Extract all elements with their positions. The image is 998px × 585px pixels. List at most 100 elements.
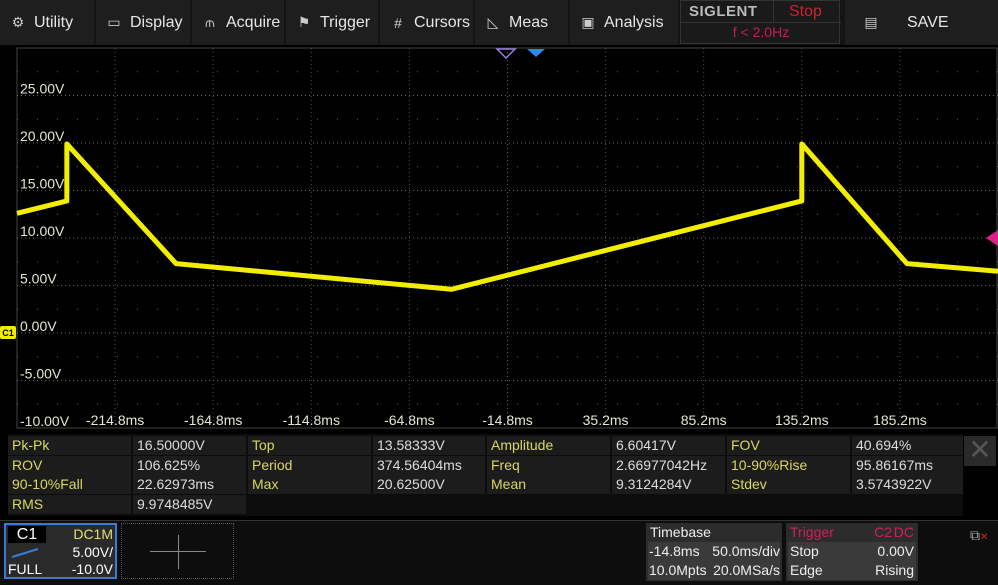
measurement-name: Amplitude xyxy=(487,436,610,455)
x-tick-label: -164.8ms xyxy=(184,412,242,428)
menu-meas[interactable]: ◺ Meas xyxy=(475,0,568,45)
x-tick-label: 135.2ms xyxy=(775,412,829,428)
monitor-icon: ▭ xyxy=(107,14,121,30)
x-tick-label: -64.8ms xyxy=(384,412,435,428)
trigger-info[interactable]: Trigger C2 DC Stop 0.00V Edge Rising xyxy=(786,523,918,581)
timebase-info[interactable]: Timebase -14.8ms 50.0ms/div 10.0Mpts 20.… xyxy=(646,523,782,581)
measurement-value: 22.62973ms xyxy=(133,475,246,494)
channel-bandwidth: FULL xyxy=(8,561,43,577)
channel-1-info[interactable]: C1 DC1M 5.00V/ FULL -10.0V xyxy=(4,523,117,579)
measurement-name: Pk-Pk xyxy=(8,436,131,455)
menu-cursors[interactable]: # Cursors xyxy=(380,0,473,45)
channel-scale: 5.00V/ xyxy=(72,544,113,560)
measurement-value: 106.625% xyxy=(133,455,246,475)
menu-trigger[interactable]: ⚑ Trigger xyxy=(286,0,378,45)
x-tick-label: -214.8ms xyxy=(86,412,144,428)
memory-depth: 10.0Mpts xyxy=(649,562,707,578)
trigger-position-marker xyxy=(495,48,517,60)
x-tick-label: -14.8ms xyxy=(482,412,533,428)
timebase-title: Timebase xyxy=(650,524,711,540)
close-measurements-button[interactable]: ✕ xyxy=(964,436,996,466)
gear-icon: ⚙ xyxy=(11,14,25,30)
ruler-triangle-icon: ◺ xyxy=(487,14,499,30)
trigger-title: Trigger xyxy=(790,524,834,540)
menu-acquire[interactable]: ⫙ Acquire xyxy=(192,0,284,45)
menu-label: Meas xyxy=(509,13,549,31)
measurement-value: 9.3124284V xyxy=(612,475,725,494)
menu-label: Trigger xyxy=(320,13,371,31)
channel-offset: -10.0V xyxy=(71,561,113,577)
y-tick-label: 5.00V xyxy=(20,271,57,287)
timebase-delay: -14.8ms xyxy=(649,543,700,559)
cursors-icon: # xyxy=(394,14,402,31)
brand-status: SIGLENT Stop f < 2.0Hz xyxy=(680,0,841,44)
save-icon: ▤ xyxy=(864,14,878,30)
add-channel-button[interactable] xyxy=(121,523,234,579)
x-tick-label: 35.2ms xyxy=(583,412,629,428)
measurement-name: FOV xyxy=(727,436,850,455)
acquire-icon: ⫙ xyxy=(205,14,215,30)
save-button[interactable]: ▤ SAVE xyxy=(845,0,998,45)
y-tick-label: -5.00V xyxy=(20,366,62,382)
channel-1-marker-label: C1 xyxy=(2,328,14,338)
y-tick-label: 15.00V xyxy=(20,176,65,192)
channel-name: C1 xyxy=(8,526,46,543)
menu-display[interactable]: ▭ Display xyxy=(96,0,190,45)
y-tick-label: 10.00V xyxy=(20,223,65,239)
x-tick-label: -114.8ms xyxy=(283,412,340,428)
measurement-name: Max xyxy=(248,475,371,494)
timebase-scale: 50.0ms/div xyxy=(712,543,780,559)
trigger-level-marker xyxy=(986,230,998,246)
trigger-source: C2 xyxy=(874,524,892,540)
trigger-coupling: DC xyxy=(893,524,914,540)
x-tick-label: 85.2ms xyxy=(681,412,727,428)
measurement-name: Stdev xyxy=(727,475,850,494)
measurement-value: 6.60417V xyxy=(612,436,725,455)
trigger-frequency: f < 2.0Hz xyxy=(732,24,790,40)
measurement-name: Period xyxy=(248,455,371,475)
menu-analysis[interactable]: ▣ Analysis xyxy=(570,0,678,45)
trigger-type: Edge xyxy=(790,562,823,578)
y-tick-label: 0.00V xyxy=(20,318,57,334)
measurement-value: 374.56404ms xyxy=(373,455,485,475)
siglent-logo: SIGLENT xyxy=(689,3,758,20)
timebase-delay-marker xyxy=(527,49,545,57)
measurement-name: Top xyxy=(248,436,371,455)
measurement-table: Pk-Pk 16.50000V Top 13.58333V Amplitude 6.604… xyxy=(8,434,963,516)
measurement-name: Freq xyxy=(487,455,610,475)
menu-label: Utility xyxy=(34,13,74,31)
waveform-display[interactable]: 25.00V 20.00V 15.00V 10.00V 5.00V 0.00V -5.00V… xyxy=(0,45,998,435)
y-tick-label: -10.00V xyxy=(20,413,70,429)
flag-icon: ⚑ xyxy=(297,14,311,30)
trigger-slope: Rising xyxy=(875,562,914,578)
measurement-name: 90-10%Fall xyxy=(8,475,131,494)
sample-rate: 20.0MSa/s xyxy=(713,562,780,578)
menu-label: Acquire xyxy=(226,13,281,31)
channel-coupling: DC1M xyxy=(73,526,113,542)
measurement-value: 3.5743922V xyxy=(852,475,963,494)
y-tick-label: 25.00V xyxy=(20,81,65,97)
menu-utility[interactable]: ⚙ Utility xyxy=(0,0,94,45)
measurement-name: Mean xyxy=(487,475,610,494)
y-tick-label: 20.00V xyxy=(20,128,65,144)
measurement-name: ROV xyxy=(8,455,131,475)
menu-label: Cursors xyxy=(414,13,471,31)
measurement-value: 20.62500V xyxy=(373,475,485,494)
measurement-value: 16.50000V xyxy=(133,436,246,455)
measurement-value: 2.66977042Hz xyxy=(612,455,725,475)
channel-trace-icon xyxy=(11,548,39,558)
measurement-name: 10-90%Rise xyxy=(727,455,850,475)
analysis-icon: ▣ xyxy=(581,14,595,30)
measurement-name: RMS xyxy=(8,494,131,514)
measurement-value: 13.58333V xyxy=(373,436,485,455)
x-tick-label: 185.2ms xyxy=(873,412,927,428)
network-disconnected-icon[interactable]: ⧉✕ xyxy=(970,527,988,544)
measurement-value: 40.694% xyxy=(852,436,963,455)
trigger-state: Stop xyxy=(790,543,819,559)
measurement-value: 95.86167ms xyxy=(852,455,963,475)
menu-label: Display xyxy=(130,13,183,31)
run-state[interactable]: Stop xyxy=(789,3,822,21)
measurement-value: 9.9748485V xyxy=(133,494,246,514)
trigger-level: 0.00V xyxy=(877,543,914,559)
menu-label: Analysis xyxy=(604,13,664,31)
